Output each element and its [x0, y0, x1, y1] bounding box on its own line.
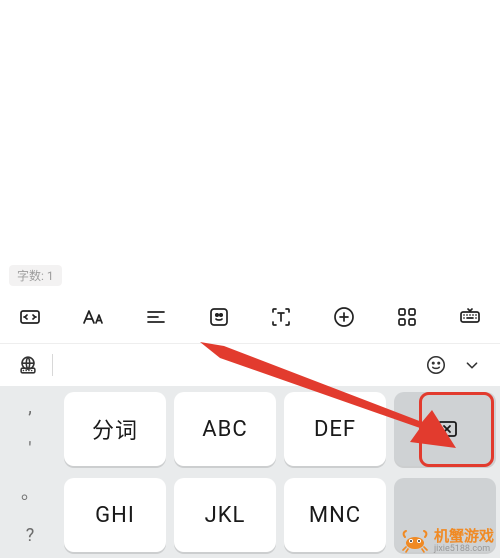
watermark: 机蟹游戏 jixie5188.com [400, 529, 494, 554]
keyboard-row-1: , ' 分词 ABC DEF [0, 386, 500, 472]
text-editor-area[interactable] [0, 0, 500, 260]
punct-question[interactable]: ? [26, 527, 35, 545]
key-abc[interactable]: ABC [174, 392, 276, 466]
align-icon[interactable] [142, 303, 170, 331]
key-jkl[interactable]: JKL [174, 478, 276, 552]
watermark-crab-icon [400, 529, 430, 553]
side-punct-col-2[interactable]: 。 ? [0, 478, 60, 552]
smiley-icon[interactable] [418, 354, 454, 376]
watermark-title: 机蟹游戏 [434, 529, 494, 545]
text-size-icon[interactable] [79, 303, 107, 331]
expand-icon[interactable] [16, 303, 44, 331]
punct-comma[interactable]: , [28, 399, 32, 417]
punct-apostrophe[interactable]: ' [28, 441, 31, 459]
chevron-down-icon[interactable] [454, 354, 490, 376]
sticker-icon[interactable] [205, 303, 233, 331]
text-scan-icon[interactable] [267, 303, 295, 331]
keyboard-toggle-icon[interactable] [456, 303, 484, 331]
apps-icon[interactable] [393, 303, 421, 331]
backspace-key[interactable] [394, 392, 496, 466]
key-ghi[interactable]: GHI [64, 478, 166, 552]
globe-keyboard-icon[interactable] [10, 354, 46, 376]
word-count-badge: 字数: 1 [9, 265, 62, 286]
key-def[interactable]: DEF [284, 392, 386, 466]
backspace-icon [430, 418, 460, 440]
watermark-url: jixie5188.com [434, 545, 494, 554]
key-fenci[interactable]: 分词 [64, 392, 166, 466]
punct-period[interactable]: 。 [21, 485, 39, 503]
side-punct-col[interactable]: , ' [0, 392, 60, 466]
editor-toolbar [0, 290, 500, 344]
add-icon[interactable] [330, 303, 358, 331]
divider [52, 354, 53, 376]
key-mnc[interactable]: MNC [284, 478, 386, 552]
keyboard-header [0, 344, 500, 386]
